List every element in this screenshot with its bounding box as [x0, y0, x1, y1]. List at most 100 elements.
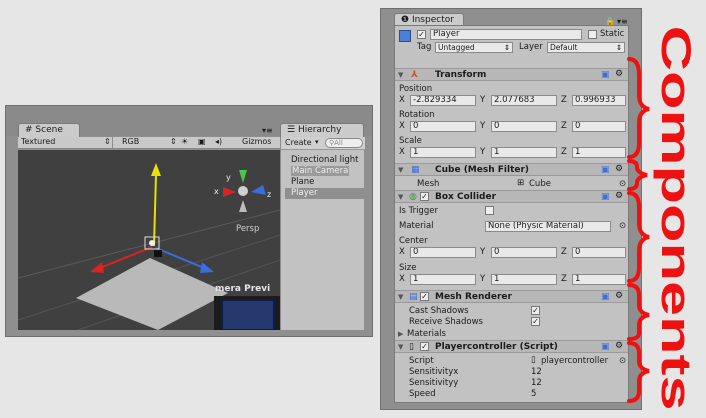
x-label: X — [399, 95, 405, 105]
expand-triangle-icon[interactable]: ▼ — [398, 166, 403, 174]
mesh-renderer-enabled-checkbox[interactable]: ✓ — [420, 292, 429, 301]
expand-triangle-icon[interactable]: ▼ — [398, 343, 403, 351]
z-label: Z — [561, 274, 567, 284]
help-book-icon[interactable]: ▣ — [601, 165, 610, 175]
rotation-x-field[interactable]: 0 — [410, 121, 476, 132]
expand-triangle-icon[interactable]: ▼ — [398, 293, 403, 301]
y-arrow-head[interactable] — [151, 163, 161, 176]
hierarchy-item-plane[interactable]: Plane — [285, 177, 365, 188]
hierarchy-item-main-camera[interactable]: Main Camera — [285, 166, 365, 177]
y-label: Y — [480, 95, 486, 105]
tag-label: Tag — [417, 42, 432, 52]
render-mode-dropdown[interactable]: RGB — [122, 137, 139, 146]
active-checkbox[interactable]: ✓ — [417, 30, 426, 39]
image-icon[interactable]: ▣ — [198, 137, 206, 146]
shading-mode-dropdown[interactable]: Textured — [21, 137, 55, 146]
size-x-field[interactable]: 1 — [410, 274, 476, 285]
script-header[interactable]: ▼ ▯ ✓ Playercontroller (Script) ▣ ⚙ — [395, 340, 628, 353]
layer-dropdown[interactable]: Default ⇕ — [547, 42, 625, 53]
gizmos-dropdown[interactable]: Gizmos — [242, 137, 271, 146]
gizmo-y-label: y — [226, 173, 231, 182]
mesh-label: Mesh — [417, 179, 440, 189]
position-y-field[interactable]: 2.077683 — [491, 95, 557, 106]
mesh-value[interactable]: Cube — [529, 179, 551, 189]
center-z-field[interactable]: 0 — [572, 247, 626, 258]
scene-tab-label: Scene — [35, 125, 63, 135]
gear-icon[interactable]: ⚙ — [615, 291, 623, 301]
mesh-grid-icon: ⊞ — [517, 178, 525, 188]
scale-z-field[interactable]: 1 — [572, 147, 626, 158]
script-file-icon: ▯ — [409, 342, 414, 352]
rotation-z-field[interactable]: 0 — [572, 121, 626, 132]
hierarchy-search-input[interactable]: ⚲All — [325, 138, 363, 148]
sun-lighting-icon[interactable]: ☀ — [181, 137, 188, 146]
center-y-field[interactable]: 0 — [491, 247, 557, 258]
camera-preview-label: mera Previ — [215, 284, 270, 294]
object-name-input[interactable]: Player — [430, 29, 582, 40]
scale-x-field[interactable]: 1 — [410, 147, 476, 158]
orientation-gizmo-center[interactable] — [238, 186, 248, 196]
hierarchy-item-player[interactable]: Player — [285, 188, 365, 199]
sensitivityx-value[interactable]: 12 — [531, 367, 542, 377]
help-book-icon[interactable]: ▣ — [601, 342, 610, 352]
box-collider-header[interactable]: ▼ ◍ ✓ Box Collider ▣ ⚙ — [395, 190, 628, 203]
hierarchy-item-directional-light[interactable]: Directional light — [285, 155, 365, 166]
tab-hierarchy[interactable]: ☰ Hierarchy — [280, 123, 364, 137]
size-z-field[interactable]: 1 — [572, 274, 626, 285]
mesh-renderer-icon: ▤ — [409, 292, 418, 302]
speed-value[interactable]: 5 — [531, 389, 536, 399]
hierarchy-panel: Create ▾ ⚲All Directional light Main Cam… — [280, 137, 365, 330]
rotation-y-field[interactable]: 0 — [491, 121, 557, 132]
panel-menu-icon[interactable]: ▾≡ — [262, 126, 273, 135]
mesh-filter-header[interactable]: ▼ ▦ Cube (Mesh Filter) ▣ ⚙ — [395, 163, 628, 176]
size-y-field[interactable]: 1 — [491, 274, 557, 285]
components-annotation: Components — [653, 26, 700, 411]
z-label: Z — [561, 147, 567, 157]
expand-triangle-icon[interactable]: ▼ — [398, 193, 403, 201]
script-value[interactable]: playercontroller — [541, 356, 608, 366]
y-axis-arrow[interactable] — [153, 173, 157, 247]
scale-y-field[interactable]: 1 — [491, 147, 557, 158]
gear-icon[interactable]: ⚙ — [615, 191, 623, 201]
script-enabled-checkbox[interactable]: ✓ — [420, 342, 429, 351]
center-x-field[interactable]: 0 — [410, 247, 476, 258]
gizmo-y-cone[interactable] — [239, 170, 247, 183]
sensitivityy-value[interactable]: 12 — [531, 378, 542, 388]
material-field[interactable]: None (Physic Material) — [485, 221, 611, 232]
chevron-down-icon: ▾ — [315, 138, 319, 146]
scene-viewport[interactable]: y x z Persp mera Previ — [18, 150, 280, 330]
expand-triangle-icon[interactable]: ▼ — [398, 71, 403, 79]
help-book-icon[interactable]: ▣ — [601, 292, 610, 302]
position-label: Position — [399, 84, 433, 94]
toolbar-divider — [112, 137, 113, 149]
help-book-icon[interactable]: ▣ — [601, 70, 610, 80]
position-z-field[interactable]: 0.996933 — [572, 95, 626, 106]
z-arrow-head[interactable] — [200, 262, 214, 273]
collapse-triangle-icon[interactable]: ▶ — [398, 330, 403, 338]
x-arrow-head[interactable] — [90, 262, 104, 273]
script-brace — [627, 341, 650, 403]
is-trigger-checkbox[interactable] — [485, 206, 494, 215]
box-collider-enabled-checkbox[interactable]: ✓ — [420, 192, 429, 201]
gizmo-x-cone[interactable] — [223, 187, 236, 197]
gear-icon[interactable]: ⚙ — [615, 341, 623, 351]
receive-shadows-checkbox[interactable]: ✓ — [531, 317, 540, 326]
gizmo-neg-y-cone[interactable] — [239, 200, 247, 212]
gear-icon[interactable]: ⚙ — [615, 164, 623, 174]
scale-label: Scale — [399, 136, 422, 146]
mesh-renderer-header[interactable]: ▼ ▤ ✓ Mesh Renderer ▣ ⚙ — [395, 290, 628, 303]
tab-scene[interactable]: # Scene — [18, 123, 80, 137]
create-dropdown[interactable]: Create — [285, 138, 312, 147]
static-checkbox[interactable] — [588, 30, 597, 39]
audio-icon[interactable]: ◂) — [215, 137, 222, 146]
gear-icon[interactable]: ⚙ — [615, 69, 623, 79]
materials-foldout[interactable]: Materials — [407, 329, 446, 339]
tag-dropdown[interactable]: Untagged ⇕ — [435, 42, 513, 53]
player-cube[interactable] — [154, 250, 162, 257]
cast-shadows-checkbox[interactable]: ✓ — [531, 306, 540, 315]
transform-header[interactable]: ▼ ⅄ Transform ▣ ⚙ — [395, 68, 628, 81]
position-x-field[interactable]: -2.829334 — [410, 95, 476, 106]
gizmo-z-cone[interactable] — [251, 185, 266, 195]
chevron-updown-icon: ⇕ — [503, 43, 510, 52]
help-book-icon[interactable]: ▣ — [601, 192, 610, 202]
